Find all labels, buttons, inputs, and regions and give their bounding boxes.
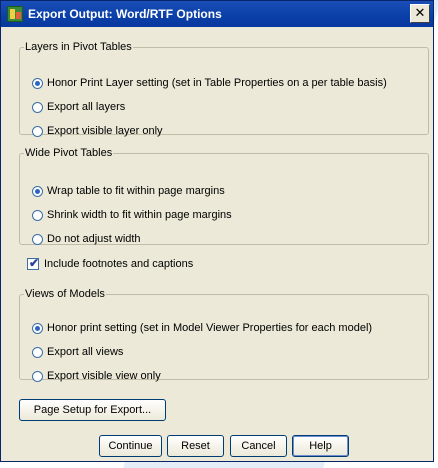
- option-label: Honor Print Layer setting (set in Table …: [47, 77, 387, 89]
- help-button[interactable]: Help: [292, 435, 349, 457]
- radio-selected-icon[interactable]: [32, 322, 43, 334]
- models-group-legend: Views of Models: [25, 288, 105, 300]
- radio-selected-icon[interactable]: [32, 185, 43, 197]
- cancel-button[interactable]: Cancel: [230, 435, 287, 457]
- radio-export-visible-layer[interactable]: Export visible layer only: [32, 125, 163, 137]
- option-label: Export all views: [47, 346, 124, 358]
- radio-honor-print-setting[interactable]: Honor print setting (set in Model Viewer…: [32, 322, 372, 334]
- radio-icon[interactable]: [32, 346, 43, 358]
- option-label: Export all layers: [47, 101, 126, 113]
- option-label: Shrink width to fit within page margins: [47, 209, 232, 221]
- layers-group: Layers in Pivot Tables Honor Print Layer…: [19, 41, 429, 137]
- radio-icon[interactable]: [32, 101, 43, 113]
- wide-group-legend: Wide Pivot Tables: [25, 147, 113, 159]
- window-title: Export Output: Word/RTF Options: [28, 7, 222, 21]
- radio-wrap-table[interactable]: Wrap table to fit within page margins: [32, 185, 225, 197]
- continue-button[interactable]: Continue: [99, 435, 162, 457]
- title-bar[interactable]: Export Output: Word/RTF Options ✕: [1, 1, 433, 27]
- radio-export-visible-view[interactable]: Export visible view only: [32, 370, 161, 382]
- option-label: Do not adjust width: [47, 233, 141, 245]
- radio-icon[interactable]: [32, 209, 43, 221]
- reset-button[interactable]: Reset: [167, 435, 224, 457]
- footnotes-checkbox[interactable]: ✔: [27, 256, 40, 270]
- app-icon: [7, 6, 23, 22]
- radio-export-all-views[interactable]: Export all views: [32, 346, 123, 358]
- views-of-models-group: Views of Models Honor print setting (set…: [19, 288, 429, 382]
- page-setup-button[interactable]: Page Setup for Export...: [19, 399, 166, 421]
- radio-icon[interactable]: [32, 370, 43, 382]
- radio-honor-print-layer[interactable]: Honor Print Layer setting (set in Table …: [32, 77, 387, 89]
- radio-selected-icon[interactable]: [32, 77, 43, 89]
- option-label: Export visible layer only: [47, 125, 163, 137]
- radio-shrink-width[interactable]: Shrink width to fit within page margins: [32, 209, 232, 221]
- radio-icon[interactable]: [32, 125, 43, 137]
- export-options-dialog: Export Output: Word/RTF Options ✕ Layers…: [0, 0, 434, 462]
- footnotes-label: Include footnotes and captions: [44, 258, 194, 270]
- layers-group-legend: Layers in Pivot Tables: [25, 41, 132, 53]
- radio-export-all-layers[interactable]: Export all layers: [32, 101, 125, 113]
- option-label: Export visible view only: [47, 370, 161, 382]
- radio-icon[interactable]: [32, 233, 43, 245]
- radio-do-not-adjust[interactable]: Do not adjust width: [32, 233, 141, 245]
- checkmark-icon: ✔: [29, 256, 40, 270]
- close-icon[interactable]: ✕: [410, 4, 430, 23]
- wide-pivot-group: Wide Pivot Tables Wrap table to fit with…: [19, 147, 429, 245]
- option-label: Honor print setting (set in Model Viewer…: [47, 322, 373, 334]
- option-label: Wrap table to fit within page margins: [47, 185, 225, 197]
